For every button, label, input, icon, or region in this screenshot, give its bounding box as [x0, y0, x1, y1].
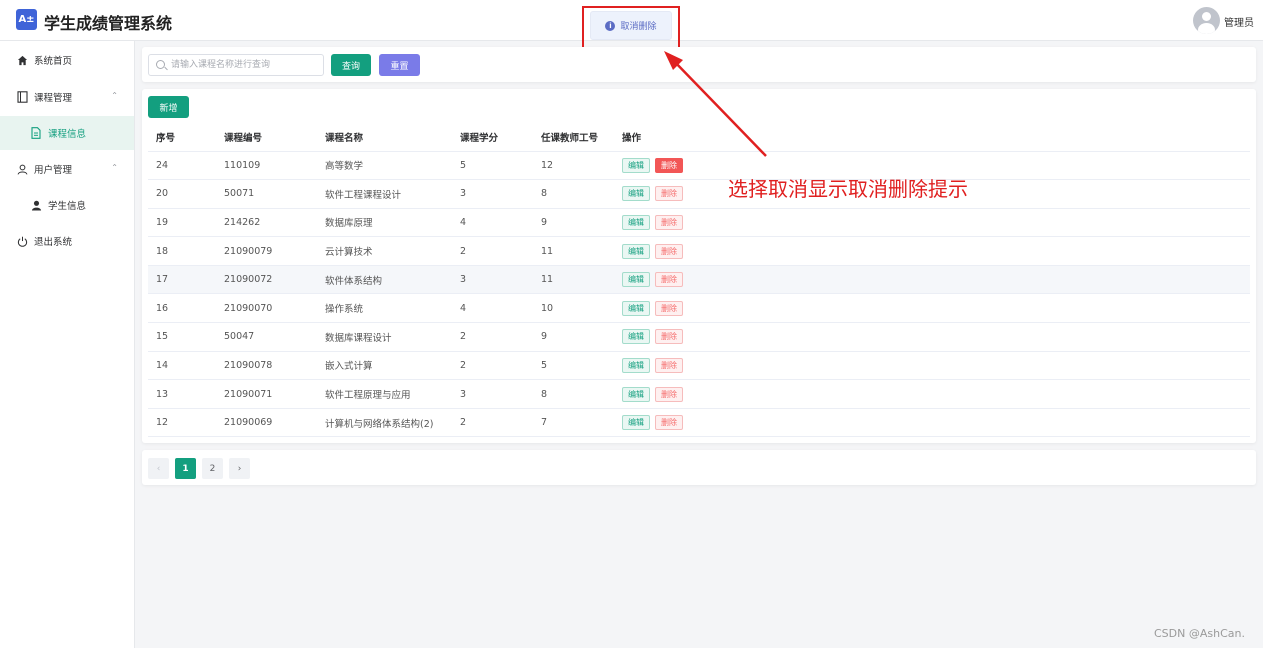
annotation-text: 选择取消显示取消删除提示	[728, 177, 968, 201]
watermark: CSDN @AshCan.	[1154, 627, 1245, 640]
annotation-arrow	[664, 51, 767, 157]
